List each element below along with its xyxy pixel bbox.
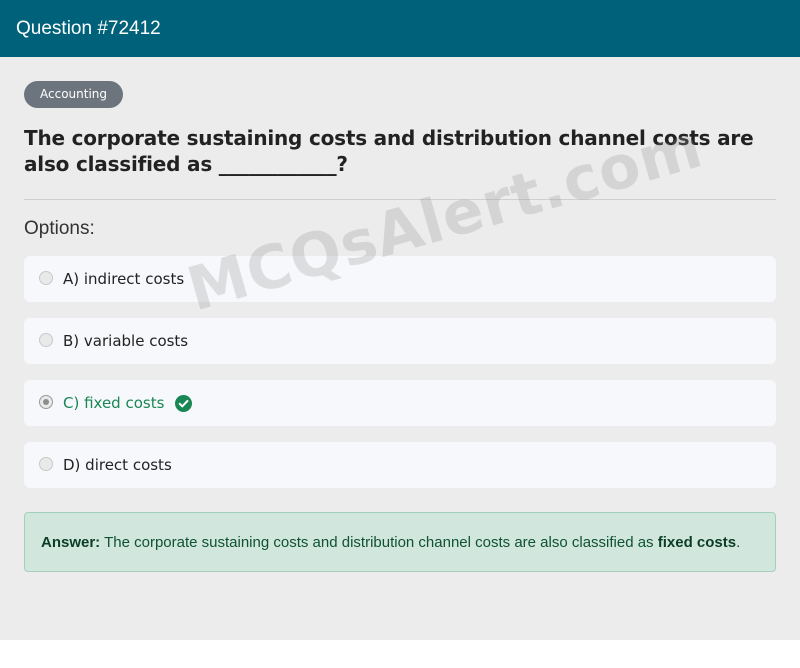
answer-sentence: The corporate sustaining costs and distr… — [104, 534, 654, 551]
option-a[interactable]: A) indirect costs — [24, 256, 776, 302]
question-title: Question #72412 — [16, 17, 161, 39]
answer-label: Answer: — [41, 534, 101, 551]
option-c[interactable]: C) fixed costs — [24, 380, 776, 426]
option-b-radio[interactable] — [39, 332, 53, 347]
divider — [24, 199, 776, 200]
option-a-radio[interactable] — [39, 270, 53, 285]
question-header: Question #72412 — [0, 0, 800, 57]
option-b-label: B) variable costs — [63, 332, 189, 350]
options-heading: Options: — [24, 218, 95, 239]
option-c-label: C) fixed costs — [63, 394, 165, 412]
answer-end: . — [736, 534, 741, 551]
check-circle-icon — [175, 394, 193, 412]
answer-box: Answer: The corporate sustaining costs a… — [24, 512, 776, 572]
category-badge[interactable]: Accounting — [24, 81, 124, 108]
option-d[interactable]: D) direct costs — [24, 442, 776, 488]
option-d-radio[interactable] — [39, 456, 53, 471]
answer-value: fixed costs — [657, 534, 737, 551]
option-a-label: A) indirect costs — [63, 270, 185, 288]
question-card: Question #72412 Accounting The corporate… — [0, 0, 800, 640]
option-d-label: D) direct costs — [63, 456, 172, 474]
option-b[interactable]: B) variable costs — [24, 318, 776, 364]
question-text: The corporate sustaining costs and distr… — [24, 126, 754, 176]
question-body: Accounting The corporate sustaining cost… — [0, 57, 800, 572]
option-c-radio[interactable] — [39, 394, 53, 409]
